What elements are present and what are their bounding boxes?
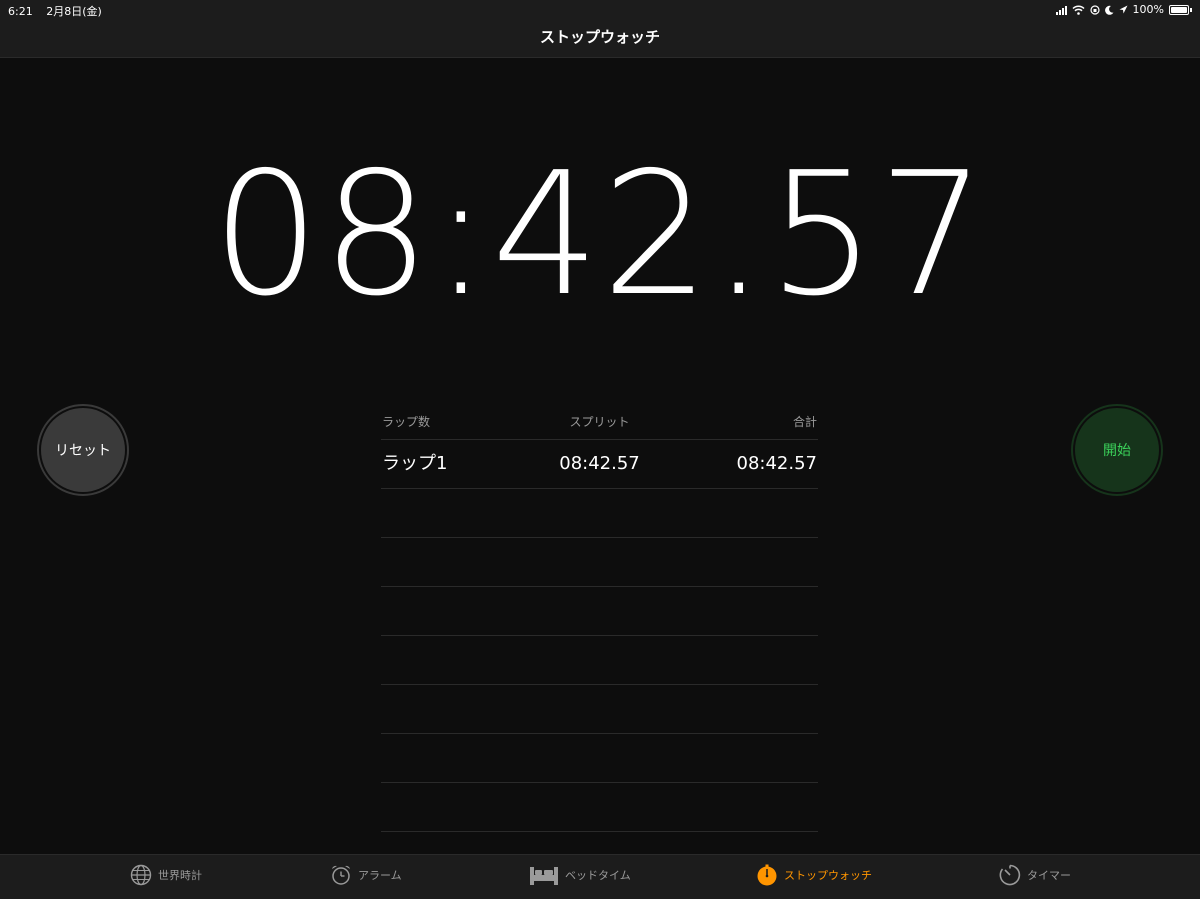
lap-label: ラップ1 bbox=[382, 453, 448, 474]
stopwatch-screen: 6:21 2月8日(金) 100% ストップウォッチ 08:42.57 リセット… bbox=[0, 0, 1200, 899]
tab-bedtime[interactable]: ベッドタイム bbox=[529, 864, 631, 886]
cellular-signal-icon bbox=[1055, 5, 1067, 15]
lap-header-split: スプリット bbox=[569, 415, 630, 429]
empty-lap-row bbox=[381, 685, 818, 734]
tab-alarm-label: アラーム bbox=[358, 869, 402, 882]
reset-button-label: リセット bbox=[55, 443, 111, 459]
moon-icon bbox=[1104, 5, 1114, 15]
tab-stopwatch[interactable]: ストップウォッチ bbox=[756, 864, 872, 886]
lap-row: ラップ1 08:42.57 08:42.57 bbox=[381, 440, 818, 489]
empty-lap-row bbox=[381, 587, 818, 636]
empty-lap-row bbox=[381, 783, 818, 832]
globe-icon bbox=[130, 864, 152, 886]
alarm-clock-icon bbox=[332, 865, 350, 885]
battery-percent: 100% bbox=[1132, 3, 1164, 16]
empty-lap-row bbox=[381, 734, 818, 783]
empty-lap-row bbox=[381, 538, 818, 587]
stopwatch-time: 08:42.57 bbox=[211, 136, 989, 334]
tab-stopwatch-label: ストップウォッチ bbox=[784, 869, 872, 882]
start-button[interactable]: 開始 bbox=[1071, 404, 1163, 496]
lap-total: 08:42.57 bbox=[736, 453, 818, 474]
location-arrow-icon bbox=[1119, 5, 1128, 13]
nav-bar: ストップウォッチ bbox=[0, 20, 1200, 58]
status-time: 6:21 bbox=[8, 5, 33, 18]
status-date: 2月8日(金) bbox=[46, 5, 102, 18]
bed-icon bbox=[530, 867, 558, 885]
tab-world-clock[interactable]: 世界時計 bbox=[130, 864, 202, 886]
battery-icon bbox=[1169, 4, 1189, 15]
page-title: ストップウォッチ bbox=[539, 28, 660, 46]
wifi-icon bbox=[1072, 5, 1085, 15]
empty-lap-row bbox=[381, 636, 818, 685]
tab-world-clock-label: 世界時計 bbox=[158, 869, 202, 882]
lap-table: ラップ数 スプリット 合計 ラップ1 08:42.57 08:42.57 bbox=[381, 408, 818, 832]
tab-timer[interactable]: タイマー bbox=[999, 864, 1071, 886]
reset-button[interactable]: リセット bbox=[37, 404, 129, 496]
lap-split: 08:42.57 bbox=[559, 453, 640, 474]
lap-table-header: ラップ数 スプリット 合計 bbox=[381, 408, 818, 440]
stopwatch-icon bbox=[757, 864, 777, 886]
lap-header-lap: ラップ数 bbox=[382, 415, 431, 429]
tab-bar: 世界時計 アラーム ベッドタイム ストップウォッチ タイマー bbox=[0, 854, 1200, 899]
tab-alarm[interactable]: アラーム bbox=[330, 864, 402, 886]
tab-timer-label: タイマー bbox=[1027, 869, 1071, 882]
tab-bedtime-label: ベッドタイム bbox=[565, 869, 631, 882]
empty-lap-row bbox=[381, 489, 818, 538]
orientation-lock-icon bbox=[1089, 4, 1100, 15]
status-bar: 6:21 2月8日(金) 100% bbox=[0, 0, 1200, 20]
start-button-label: 開始 bbox=[1103, 443, 1131, 459]
lap-header-total: 合計 bbox=[792, 415, 817, 429]
timer-icon bbox=[999, 864, 1021, 886]
